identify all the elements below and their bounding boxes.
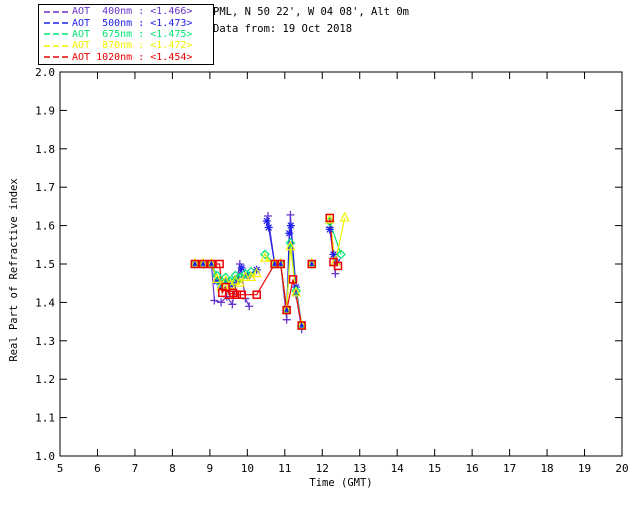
svg-text:14: 14 [391,462,405,475]
legend-item-870nm: AOT 870nm : <1.472> [43,40,213,51]
svg-text:6: 6 [94,462,101,475]
svg-text:5: 5 [57,462,64,475]
svg-text:1.7: 1.7 [35,181,55,194]
svg-text:1.0: 1.0 [35,450,55,463]
svg-text:1.4: 1.4 [35,296,55,309]
x-axis-title: Time (GMT) [309,477,373,489]
svg-text:1.9: 1.9 [35,104,55,117]
svg-text:15: 15 [428,462,441,475]
legend-item-400nm: AOT 400nm : <1.466> [43,6,213,17]
legend-box: AOT 400nm : <1.466> AOT 500nm : <1.473> … [38,4,214,65]
svg-text:2.0: 2.0 [35,66,55,79]
svg-text:12: 12 [316,462,329,475]
svg-text:7: 7 [132,462,139,475]
legend-dash-icon [44,33,68,36]
svg-text:1.2: 1.2 [35,373,55,386]
svg-text:16: 16 [466,462,479,475]
svg-text:1.6: 1.6 [35,220,55,233]
aeronet-refractive-index-plot: 5 6 7 8 9 10 11 12 13 14 15 16 17 18 19 20 1.0 1.1 1.2 1.3 1… [0,0,640,512]
data-date-text: Data from: 19 Oct 2018 [213,23,353,35]
svg-text:1.8: 1.8 [35,143,55,156]
y-axis-title: Real Part of Refractive index [8,178,20,362]
svg-text:8: 8 [169,462,176,475]
svg-text:20: 20 [615,462,628,475]
legend-label: AOT 675nm : <1.475> [72,28,193,40]
legend-label: AOT 870nm : <1.472> [72,40,193,52]
svg-text:9: 9 [207,462,214,475]
svg-text:19: 19 [578,462,591,475]
legend-dash-icon [44,45,68,47]
svg-text:13: 13 [353,462,366,475]
legend-dash-icon [44,56,68,58]
legend-dash-icon [44,22,68,24]
legend-label: AOT 400nm : <1.466> [72,6,193,18]
site-location-text: PML, N 50 22', W 04 08', Alt 0m [213,6,409,18]
svg-text:1.5: 1.5 [35,258,55,271]
legend-label: AOT 500nm : <1.473> [72,17,193,29]
legend-item-500nm: AOT 500nm : <1.473> [43,17,213,29]
legend-label: AOT 1020nm : <1.454> [72,51,193,63]
svg-text:1.1: 1.1 [35,412,55,425]
svg-text:11: 11 [278,462,291,475]
legend-item-675nm: AOT 675nm : <1.475> [43,29,213,40]
legend-item-1020nm: AOT 1020nm : <1.454> [43,52,213,63]
chart-canvas: 5 6 7 8 9 10 11 12 13 14 15 16 17 18 19 20 1.0 1.1 1.2 1.3 1… [35,66,629,475]
svg-text:1.3: 1.3 [35,335,55,348]
svg-text:17: 17 [503,462,516,475]
legend-dash-icon [44,10,68,13]
svg-text:18: 18 [540,462,553,475]
svg-text:10: 10 [241,462,254,475]
